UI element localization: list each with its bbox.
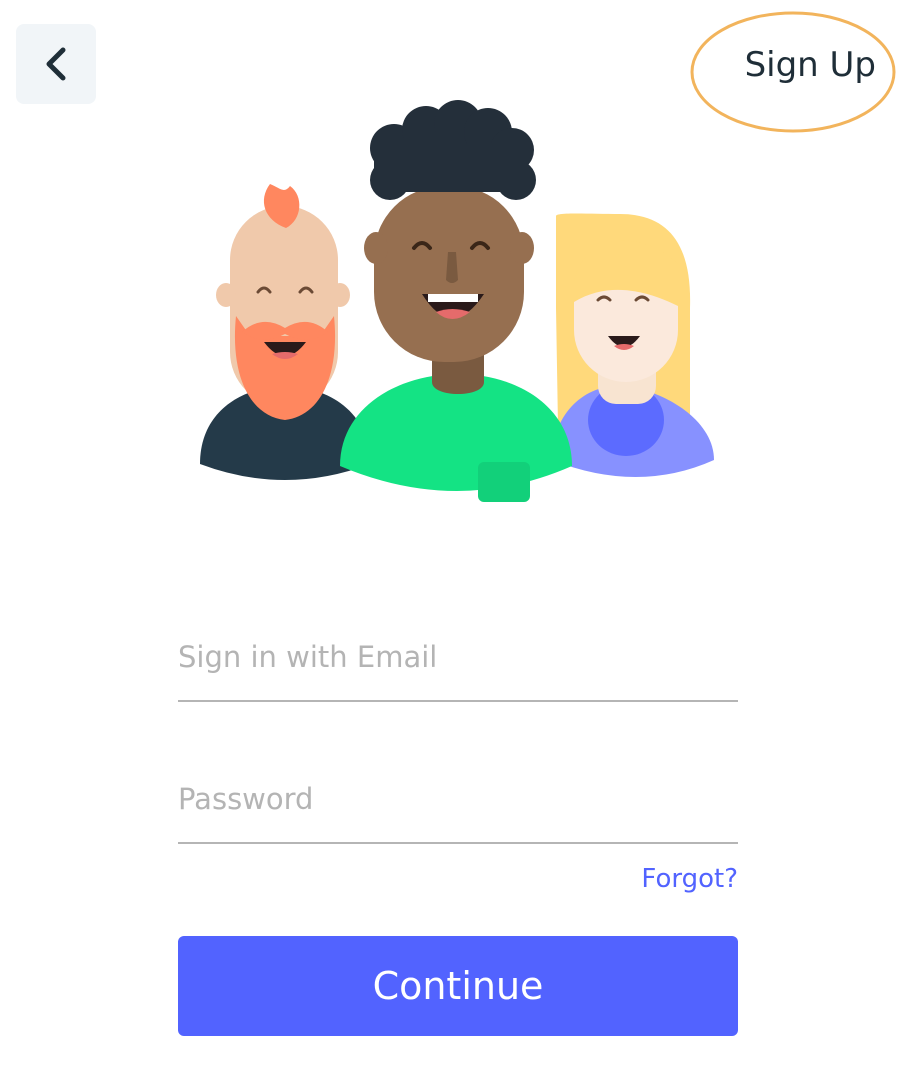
- password-input[interactable]: [178, 782, 738, 816]
- curly-hair-man-figure: [340, 100, 572, 502]
- blonde-woman-figure: [552, 213, 714, 477]
- people-illustration: [200, 100, 714, 502]
- email-field: [178, 622, 738, 702]
- email-input[interactable]: [178, 640, 738, 674]
- continue-button[interactable]: Continue: [178, 936, 738, 1036]
- back-button[interactable]: [16, 24, 96, 104]
- password-field: [178, 764, 738, 844]
- chevron-left-icon: [46, 47, 66, 81]
- forgot-password-link[interactable]: Forgot?: [641, 864, 738, 894]
- bearded-man-figure: [200, 184, 370, 480]
